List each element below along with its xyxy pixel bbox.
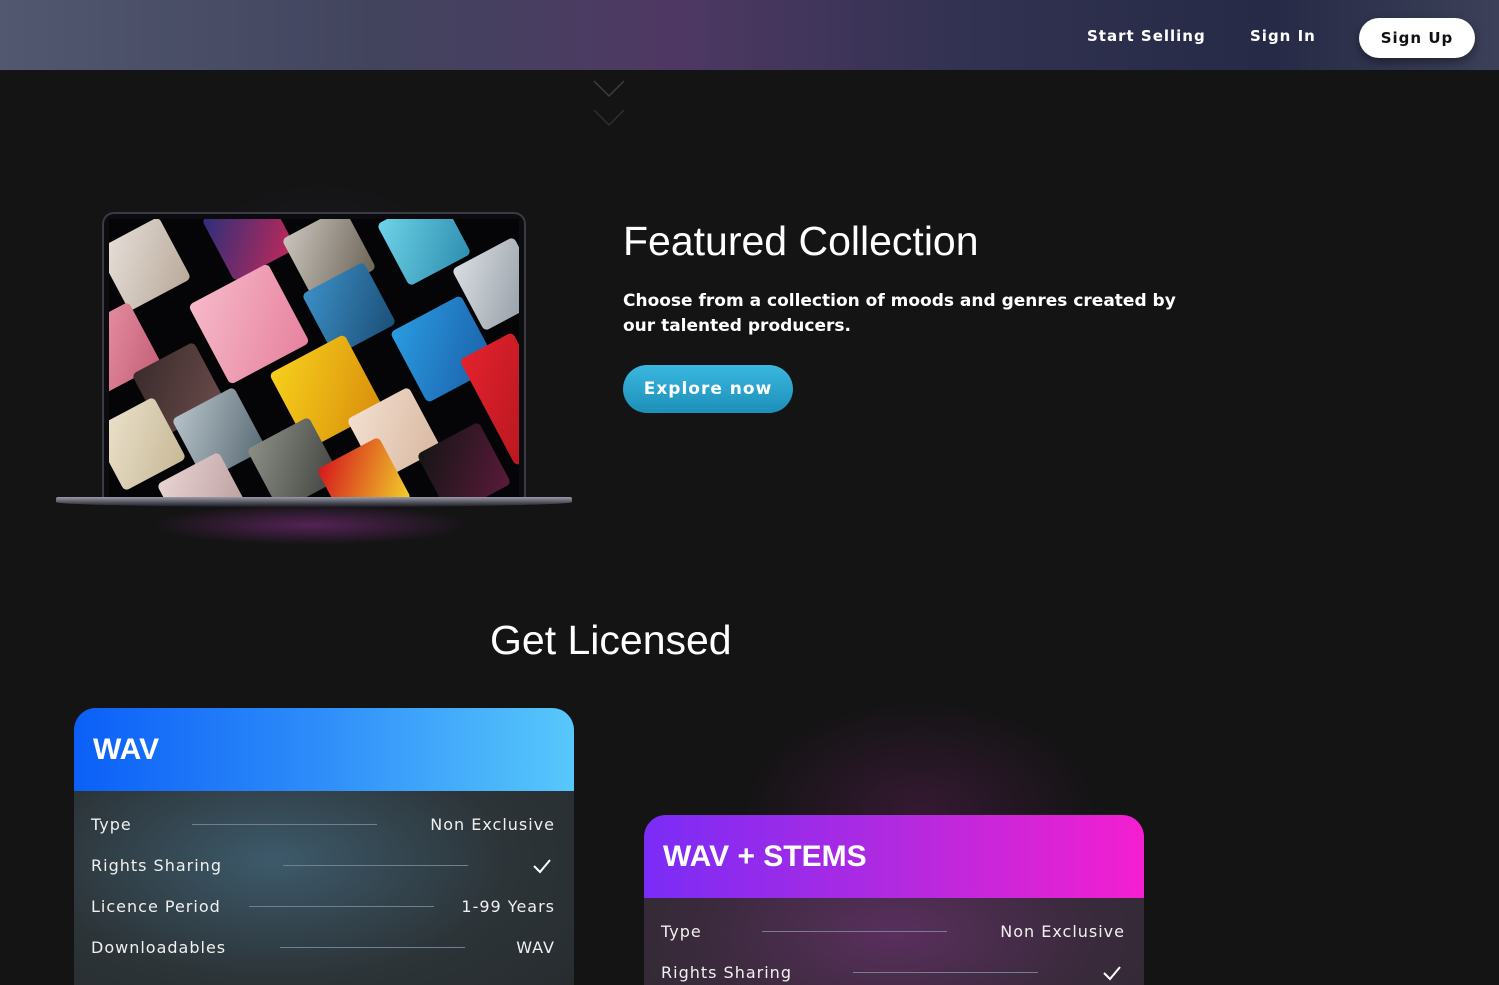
row-divider xyxy=(192,824,377,825)
checkmark-icon xyxy=(1103,965,1121,980)
row-divider xyxy=(283,865,468,866)
chevron-down-icon xyxy=(593,109,625,127)
featured-collection-subtitle: Choose from a collection of moods and ge… xyxy=(623,291,1176,336)
license-row-type: Type Non Exclusive xyxy=(661,911,1125,952)
row-value: Non Exclusive xyxy=(1000,922,1125,941)
get-licensed-title: Get Licensed xyxy=(490,617,732,663)
license-name: WAV xyxy=(93,732,160,766)
sign-in-link[interactable]: Sign In xyxy=(1250,27,1316,45)
row-divider xyxy=(280,947,465,948)
row-label: Type xyxy=(661,922,702,941)
row-label: Type xyxy=(91,815,132,834)
license-row-rights-sharing: Rights Sharing xyxy=(91,845,555,886)
sign-up-button[interactable]: Sign Up xyxy=(1359,18,1475,58)
license-details: Type Non Exclusive Rights Sharing xyxy=(644,898,1144,985)
row-value: Non Exclusive xyxy=(430,815,555,834)
license-card-wav[interactable]: WAV Type Non Exclusive Rights Sharing Li… xyxy=(74,708,574,985)
laptop-glow xyxy=(150,505,470,545)
album-cover xyxy=(109,219,192,312)
row-label: Rights Sharing xyxy=(91,856,222,875)
laptop-illustration xyxy=(102,212,526,500)
row-value: 1-99 Years xyxy=(461,897,555,916)
license-row-downloadables: Downloadables WAV xyxy=(91,927,555,968)
license-row-licence-period: Licence Period 1-99 Years xyxy=(91,886,555,927)
row-divider xyxy=(762,931,947,932)
top-nav-bar: Start Selling Sign In Sign Up xyxy=(0,0,1499,70)
license-name: WAV + STEMS xyxy=(663,839,867,873)
row-label: Downloadables xyxy=(91,938,227,957)
license-card-header: WAV xyxy=(74,708,574,791)
row-label: Licence Period xyxy=(91,897,221,916)
license-row-rights-sharing: Rights Sharing xyxy=(661,952,1125,985)
license-row-type: Type Non Exclusive xyxy=(91,804,555,845)
explore-now-button[interactable]: Explore now xyxy=(623,365,793,413)
chevron-down-icon xyxy=(593,80,625,98)
row-divider xyxy=(249,906,434,907)
start-selling-link[interactable]: Start Selling xyxy=(1087,27,1206,45)
license-card-wav-stems[interactable]: WAV + STEMS Type Non Exclusive Rights Sh… xyxy=(644,815,1144,985)
license-card-header: WAV + STEMS xyxy=(644,815,1144,898)
row-label: Rights Sharing xyxy=(661,963,792,982)
license-details: Type Non Exclusive Rights Sharing Licenc… xyxy=(74,791,574,968)
row-value: WAV xyxy=(516,938,555,957)
featured-collection-title: Featured Collection xyxy=(623,218,979,264)
checkmark-icon xyxy=(533,858,551,873)
album-art-collage xyxy=(109,219,519,500)
row-divider xyxy=(853,972,1038,973)
